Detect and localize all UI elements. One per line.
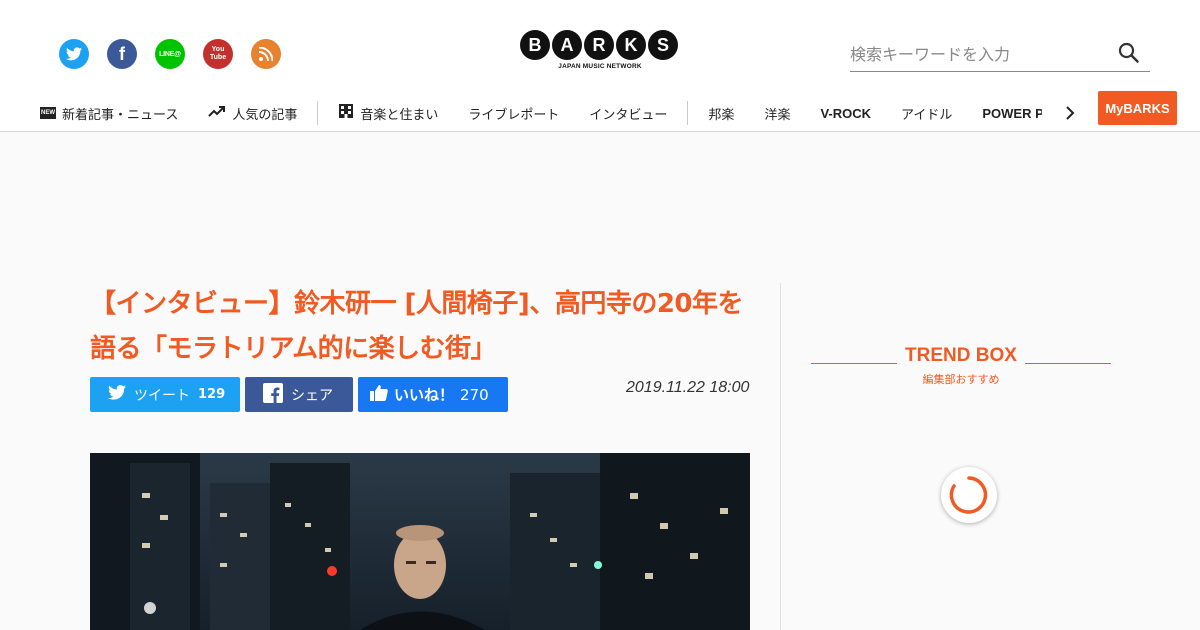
chevron-right-icon[interactable] xyxy=(1062,103,1078,123)
nav-item-housing[interactable]: 音楽と住まい xyxy=(338,103,438,123)
nav-item-j-music[interactable]: 邦楽 xyxy=(708,104,734,123)
line-icon[interactable]: LINE@ xyxy=(155,39,185,69)
site-logo[interactable]: B A R K S JAPAN MUSIC NETWORK xyxy=(520,30,680,70)
nav-item-news[interactable]: NEW 新着記事・ニュース xyxy=(40,104,178,123)
trend-box-title: TREND BOX xyxy=(905,345,1017,366)
publish-date: 2019.11.22 18:00 xyxy=(626,379,750,396)
youtube-glyph-bottom: Tube xyxy=(209,54,227,61)
search-icon[interactable] xyxy=(1118,42,1140,64)
logo-letter: S xyxy=(648,30,678,60)
youtube-glyph-top: You xyxy=(211,46,225,53)
facebook-share-button[interactable]: シェア xyxy=(245,377,353,412)
tweet-count: 129 xyxy=(198,387,226,402)
nav-label: POWER P xyxy=(982,105,1043,121)
nav-divider xyxy=(687,101,689,125)
trend-line-right xyxy=(1024,362,1111,364)
logo-letter: K xyxy=(616,30,646,60)
loading-spinner-icon xyxy=(941,467,997,523)
logo-letters: B A R K S xyxy=(520,30,680,60)
search-input[interactable] xyxy=(850,38,1110,70)
nav-item-western-music[interactable]: 洋楽 xyxy=(764,104,790,123)
article-title: 【インタビュー】鈴木研一 [人間椅子]、高円寺の20年を語る「モラトリアム的に楽… xyxy=(90,289,744,364)
youtube-glyph: You Tube xyxy=(210,46,226,62)
nav-item-power-push[interactable]: POWER P xyxy=(982,106,1042,121)
tweet-label: ツイート xyxy=(134,387,190,404)
logo-letter: R xyxy=(584,30,614,60)
rss-icon[interactable] xyxy=(251,39,281,69)
trend-line-left xyxy=(811,362,898,364)
site-header: f LINE@ You Tube B A R K S JAPAN MUSIC NE… xyxy=(0,0,1200,132)
trend-box-header: TREND BOX xyxy=(811,345,1111,367)
article-hero-image xyxy=(90,453,750,630)
twitter-icon xyxy=(108,385,126,404)
youtube-icon[interactable]: You Tube xyxy=(203,39,233,69)
nav-label: 洋楽 xyxy=(764,107,791,123)
tweet-button[interactable]: ツイート 129 xyxy=(90,377,240,412)
trending-icon xyxy=(208,105,226,121)
facebook-glyph: f xyxy=(119,43,125,64)
nav-item-idol[interactable]: アイドル xyxy=(901,104,952,123)
line-glyph: LINE@ xyxy=(159,50,181,58)
nav-label: 新着記事・ニュース xyxy=(62,107,179,123)
nav-divider xyxy=(317,101,319,125)
building-icon xyxy=(338,103,354,123)
like-count: 270 xyxy=(460,385,489,404)
trend-box-subtitle: 編集部おすすめ xyxy=(922,373,1000,386)
logo-letter: B xyxy=(520,30,550,60)
nav-item-popular[interactable]: 人気の記事 xyxy=(208,104,297,123)
nav-item-interview[interactable]: インタビュー xyxy=(589,104,667,123)
like-button[interactable]: いいね！ 270 xyxy=(358,377,508,412)
nav-label: 邦楽 xyxy=(708,107,735,123)
logo-tagline: JAPAN MUSIC NETWORK xyxy=(558,63,642,70)
nav-label: 音楽と住まい xyxy=(360,107,439,123)
search-bar xyxy=(850,38,1150,72)
like-label: いいね！ xyxy=(394,386,455,404)
facebook-icon xyxy=(263,382,283,407)
mybarks-button[interactable]: MyBARKS xyxy=(1098,91,1177,125)
nav-item-live-report[interactable]: ライブレポート xyxy=(468,104,559,123)
column-divider xyxy=(780,283,781,630)
twitter-icon[interactable] xyxy=(59,39,89,69)
nav-label: 人気の記事 xyxy=(232,107,298,123)
thumbs-up-icon xyxy=(370,384,388,405)
nav-label: インタビュー xyxy=(589,107,668,123)
trend-box: TREND BOX 編集部おすすめ xyxy=(811,345,1111,387)
facebook-icon[interactable]: f xyxy=(107,39,137,69)
nav-label: ライブレポート xyxy=(468,107,560,123)
logo-letter: A xyxy=(552,30,582,60)
social-links: f LINE@ You Tube xyxy=(59,39,281,69)
new-icon: NEW xyxy=(40,107,56,119)
nav-label: アイドル xyxy=(901,107,953,123)
nav-item-v-rock[interactable]: V-ROCK xyxy=(820,106,871,121)
main-nav: NEW 新着記事・ニュース 人気の記事 音楽と住まい ライブレポート インタビュ… xyxy=(40,97,1062,129)
nav-label: V-ROCK xyxy=(820,105,872,121)
facebook-share-label: シェア xyxy=(291,387,333,404)
